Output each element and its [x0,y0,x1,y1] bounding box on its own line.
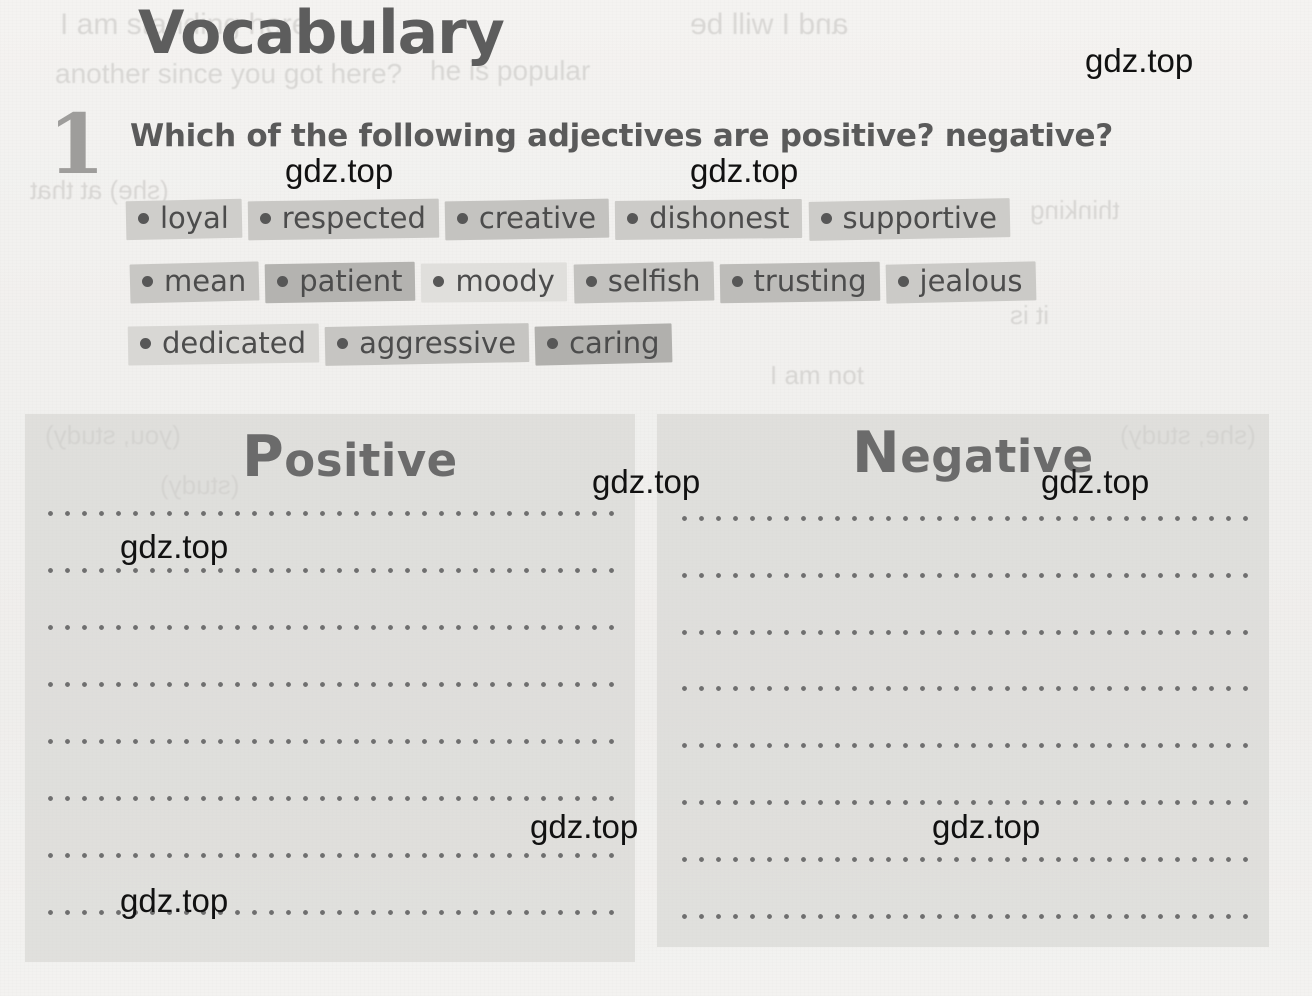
answer-line[interactable] [47,738,614,745]
bullet-icon [277,275,289,287]
column-heading-positive-initial: P [242,424,285,490]
word-bank-row: dedicated aggressive caring [127,321,679,367]
word-chip-label: trusting [753,264,867,298]
word-bank-row: loyal respected creative dishonest supportiv… [125,196,1016,242]
watermark: gdz.top [530,808,639,845]
exercise-number: 1 [48,97,106,193]
answer-line[interactable] [681,799,1253,806]
word-chip-mean[interactable]: mean [129,259,260,305]
word-chip-label: caring [569,326,660,360]
word-chip-label: loyal [160,201,229,235]
word-chip-aggressive[interactable]: aggressive [324,321,530,367]
bullet-icon [337,337,349,349]
bullet-icon [585,275,597,287]
word-chip-loyal[interactable]: loyal [125,196,243,242]
word-chip-caring[interactable]: caring [534,321,674,367]
bullet-icon [820,212,832,224]
answer-line[interactable] [681,572,1253,579]
answer-panel-negative [657,414,1269,947]
watermark: gdz.top [932,808,1041,845]
word-chip-patient[interactable]: patient [264,259,416,305]
word-chip-label: respected [281,201,426,235]
column-heading-positive: Positive [242,424,458,490]
answer-line[interactable] [681,856,1253,863]
bullet-icon [259,212,271,224]
word-chip-jealous[interactable]: jealous [885,259,1036,305]
word-chip-label: aggressive [359,326,517,360]
column-heading-positive-rest: ositive [284,434,458,487]
answer-line[interactable] [681,913,1253,920]
bullet-icon [627,212,639,224]
word-chip-label: dedicated [162,326,307,360]
word-chip-label: patient [299,264,403,298]
watermark: gdz.top [120,882,229,919]
word-chip-respected[interactable]: respected [247,196,440,242]
word-chip-label: moody [455,264,555,298]
word-chip-label: jealous [919,264,1023,298]
word-chip-trusting[interactable]: trusting [719,259,880,305]
bullet-icon [142,275,153,287]
word-chip-selfish[interactable]: selfish [573,259,714,305]
word-chip-dishonest[interactable]: dishonest [614,196,803,242]
word-chip-moody[interactable]: moody [421,259,568,305]
answer-line[interactable] [47,567,614,574]
watermark: gdz.top [592,463,701,500]
word-chip-label: supportive [842,201,997,235]
exercise-prompt: Which of the following adjectives are po… [130,118,1113,154]
watermark: gdz.top [1041,463,1150,500]
bullet-icon [433,275,445,287]
answer-line[interactable] [47,624,614,631]
watermark: gdz.top [120,528,229,565]
answer-line[interactable] [47,510,614,517]
page-title: Vocabulary [138,0,505,68]
answer-line[interactable] [47,681,614,688]
watermark: gdz.top [690,152,799,189]
answer-line[interactable] [681,685,1253,692]
word-chip-label: dishonest [649,201,790,235]
word-chip-label: selfish [607,264,701,298]
watermark: gdz.top [1085,42,1194,79]
answer-line[interactable] [681,742,1253,749]
answer-line[interactable] [681,629,1253,636]
bullet-icon [456,212,468,224]
word-chip-supportive[interactable]: supportive [808,196,1011,242]
answer-line[interactable] [681,515,1253,522]
answer-line[interactable] [47,852,614,859]
bullet-icon [138,212,149,224]
word-chip-label: mean [164,264,247,298]
bullet-icon [547,337,559,349]
answer-line[interactable] [47,795,614,802]
word-bank-row: mean patient moody selfish trusting jealous [129,259,1042,305]
bullet-icon [731,275,743,287]
answer-panel-positive [25,414,635,962]
word-chip-label: creative [478,201,597,235]
column-heading-negative-initial: N [852,420,901,486]
watermark: gdz.top [285,152,394,189]
bullet-icon [140,337,151,349]
word-chip-creative[interactable]: creative [444,196,610,242]
word-chip-dedicated[interactable]: dedicated [127,321,320,367]
bullet-icon [897,275,909,287]
